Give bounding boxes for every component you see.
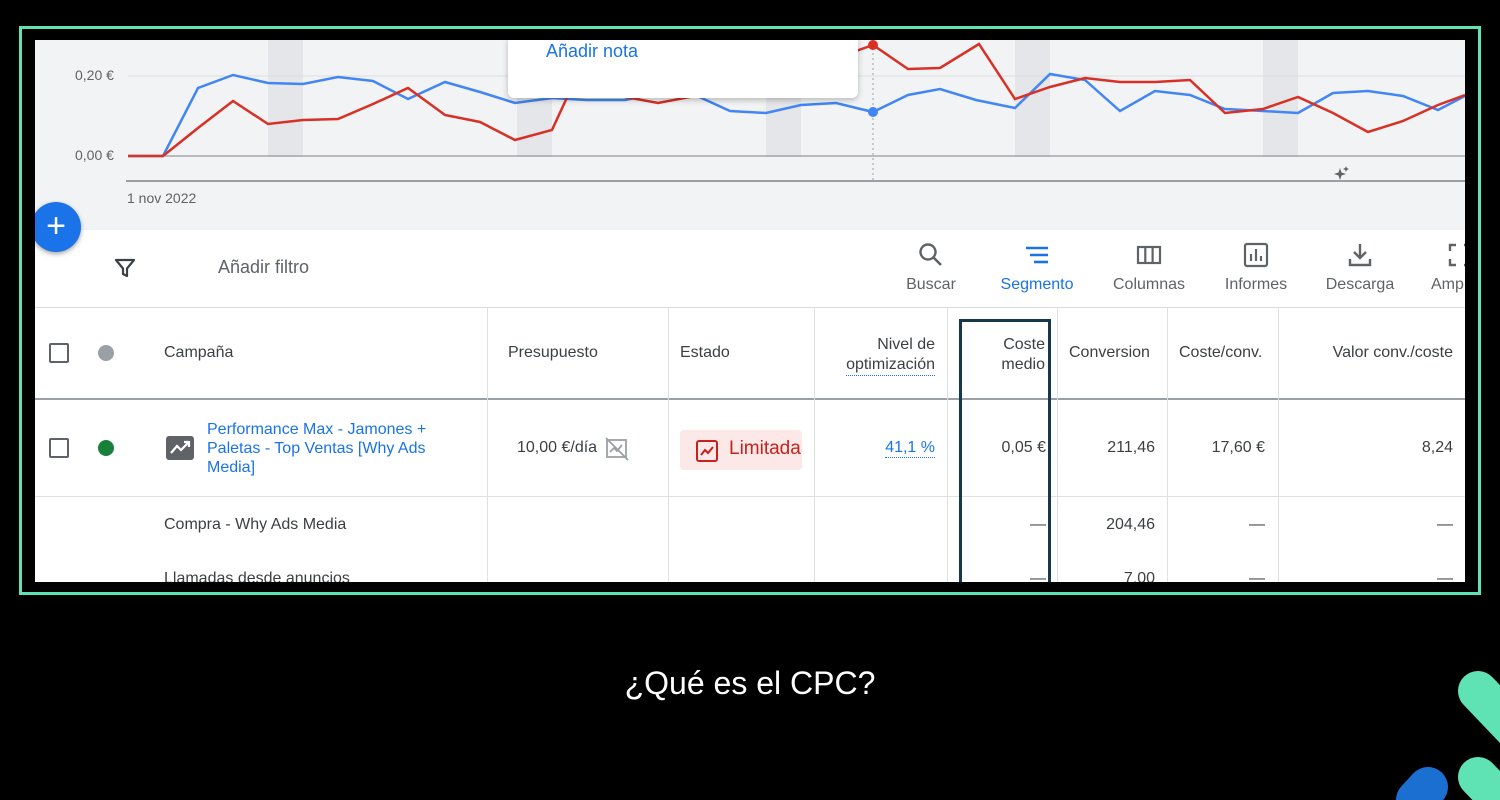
columns-icon — [1136, 245, 1162, 265]
select-all-checkbox[interactable] — [49, 343, 69, 363]
google-ads-screenshot: 0,20 € 0,00 € 1 nov 2022 Añadir nota + A… — [35, 40, 1465, 582]
table-row: Llamadas desde anuncios — 7,00 — — — [35, 554, 1465, 582]
header-optimization-line1: Nivel de — [877, 336, 935, 353]
cost-per-conv-value: 17,60 € — [1211, 439, 1265, 456]
series-b-marker — [868, 40, 878, 50]
optimization-score[interactable]: 41,1 % — [825, 439, 935, 458]
campaign-link[interactable]: Performance Max - Jamones + Paletas - To… — [207, 420, 447, 477]
header-status[interactable]: Estado — [680, 344, 730, 362]
reports-icon — [1243, 242, 1269, 268]
cost-per-conv-value: — — [1249, 570, 1265, 582]
header-campaign[interactable]: Campaña — [164, 344, 233, 362]
download-button[interactable]: Descarga — [1320, 242, 1400, 294]
weekend-band — [268, 40, 303, 157]
header-budget[interactable]: Presupuesto — [508, 344, 598, 362]
table-row[interactable]: Performance Max - Jamones + Paletas - To… — [35, 400, 1465, 497]
table-row: Compra - Why Ads Media — 204,46 — — — [35, 498, 1465, 554]
add-note-popup: Añadir nota — [508, 40, 858, 98]
status-dot-enabled — [98, 440, 114, 456]
performance-max-icon — [166, 436, 194, 460]
expand-icon — [1448, 243, 1465, 267]
x-tick-label: 1 nov 2022 — [127, 190, 197, 206]
status-badge-limited[interactable]: Limitada — [680, 430, 802, 470]
y-tick-label: 0,00 € — [75, 147, 114, 163]
header-cost-per-conv[interactable]: Coste/conv. — [1179, 344, 1262, 362]
conv-value-cost-value: 8,24 — [1421, 439, 1453, 456]
conv-value-cost-value: — — [1437, 570, 1453, 582]
optimization-score-value: 41,1 % — [885, 439, 935, 458]
header-conv-value-cost[interactable]: Valor conv./coste — [1285, 344, 1453, 362]
expand-label: Amp — [1431, 276, 1464, 293]
budget-report-icon[interactable] — [605, 437, 629, 461]
download-icon — [1348, 244, 1372, 267]
y-tick-label: 0,20 € — [75, 67, 114, 83]
caption: ¿Qué es el CPC? — [624, 665, 876, 701]
columns-label: Columnas — [1112, 276, 1186, 293]
table-toolbar: Añadir filtro Buscar Segmento Columnas I… — [35, 230, 1465, 308]
conversions-value: 211,46 — [1107, 439, 1155, 456]
row-checkbox[interactable] — [49, 438, 69, 458]
series-a-marker — [868, 107, 878, 117]
table-header: Campaña Presupuesto Estado Nivel de opti… — [35, 308, 1465, 400]
expand-button[interactable]: Amp — [1431, 242, 1465, 294]
status-label: Limitada — [729, 438, 801, 459]
search-icon — [919, 243, 942, 266]
trend-icon — [696, 440, 718, 462]
budget-value: 10,00 €/día — [517, 439, 598, 456]
add-note-link[interactable]: Añadir nota — [546, 41, 638, 62]
cost-per-conv-value: — — [1249, 516, 1265, 533]
header-optimization[interactable]: Nivel de optimización — [815, 335, 935, 376]
conversion-action-label: Llamadas desde anuncios — [164, 570, 350, 582]
sparkle-icon — [1334, 166, 1349, 180]
segment-icon — [1026, 246, 1048, 264]
header-optimization-line2: optimización — [846, 355, 935, 376]
columns-button[interactable]: Columnas — [1105, 242, 1193, 294]
search-button[interactable]: Buscar — [901, 242, 961, 294]
conversions-value: 204,46 — [1106, 516, 1155, 533]
segment-label: Segmento — [1000, 276, 1074, 293]
header-conversions[interactable]: Conversion — [1069, 344, 1165, 362]
filter-icon[interactable] — [113, 256, 137, 280]
conv-value-cost-value: — — [1437, 516, 1453, 533]
search-label: Buscar — [906, 276, 956, 293]
reports-label: Informes — [1224, 276, 1288, 293]
add-filter-input[interactable]: Añadir filtro — [218, 257, 309, 278]
status-dot-header — [98, 345, 114, 361]
performance-chart: 0,20 € 0,00 € 1 nov 2022 Añadir nota — [35, 40, 1465, 230]
brand-decoration — [1396, 671, 1500, 800]
segment-button[interactable]: Segmento — [993, 242, 1081, 294]
conversions-value: 7,00 — [1123, 570, 1155, 582]
plus-icon: + — [46, 207, 66, 245]
conversion-action-label: Compra - Why Ads Media — [164, 516, 347, 533]
download-label: Descarga — [1325, 276, 1395, 293]
reports-button[interactable]: Informes — [1216, 242, 1296, 294]
avg-cost-column-highlight — [959, 319, 1051, 582]
